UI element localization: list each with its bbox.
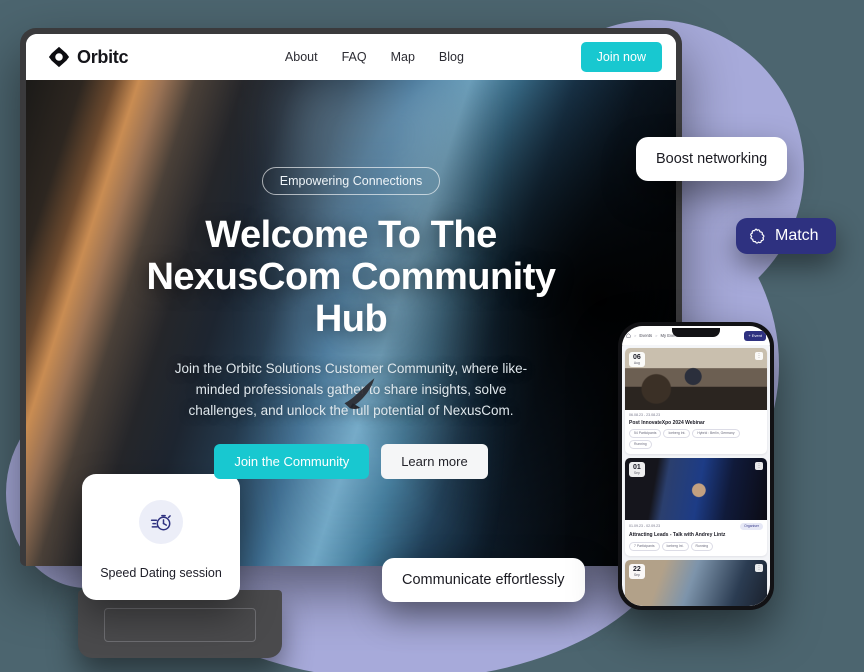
event-tag: Iceberg Int. <box>663 428 691 438</box>
list-item[interactable]: 22 Sep ⋮ <box>625 559 767 606</box>
event-month: Sep <box>633 470 640 475</box>
event-tag: Running <box>629 439 652 449</box>
phone-screen: > Events > My Events + Event 06 Aug ⋮ 06… <box>622 326 770 606</box>
speed-dating-label: Speed Dating session <box>100 566 222 580</box>
event-tag-row: 7 Participants Iceberg Int. Running <box>629 541 763 551</box>
nav-link-about[interactable]: About <box>285 50 318 64</box>
hero-content: Empowering Connections Welcome To The Ne… <box>76 167 626 479</box>
hero-eyebrow-pill: Empowering Connections <box>261 167 441 196</box>
event-month: Sep <box>633 572 640 577</box>
puzzle-piece-icon <box>750 227 765 244</box>
event-day: 06 <box>633 354 641 361</box>
event-date-range: 06.08.23 - 23.08.23 <box>629 413 661 417</box>
laptop-base <box>78 590 282 658</box>
match-chip-label: Match <box>775 227 819 244</box>
event-month: Aug <box>633 361 640 365</box>
communicate-effortlessly-chip[interactable]: Communicate effortlessly <box>382 558 585 602</box>
event-day: 01 <box>633 463 641 471</box>
event-date-range: 01.09.23 - 02.09.23 <box>629 524 661 529</box>
brand-name: Orbitc <box>77 46 129 67</box>
list-item[interactable]: 01 Sep ⋮ 01.09.23 - 02.09.23 Organiser A… <box>625 457 767 556</box>
speed-dating-icon-wrap <box>139 500 183 544</box>
breadcrumb-item-events[interactable]: Events <box>639 333 652 338</box>
event-tag-row: 54 Participants Iceberg Int. Hybrid : Be… <box>629 428 763 449</box>
event-tag: Running <box>690 541 714 551</box>
event-meta-row: 01.09.23 - 02.09.23 Organiser <box>629 522 763 530</box>
phone-mockup: > Events > My Events + Event 06 Aug ⋮ 06… <box>618 322 774 610</box>
event-photo: 01 Sep ⋮ <box>625 457 767 520</box>
nav-link-faq[interactable]: FAQ <box>342 50 367 64</box>
speed-dating-card[interactable]: Speed Dating session <box>82 474 240 600</box>
event-date-badge: 22 Sep <box>629 563 645 579</box>
learn-more-button[interactable]: Learn more <box>381 443 488 479</box>
breadcrumb-separator-1: > <box>634 333 637 338</box>
nav-link-map[interactable]: Map <box>391 50 415 64</box>
event-more-menu-icon[interactable]: ⋮ <box>755 563 763 572</box>
event-title: Attracting Leads - Talk with Andrey Lint… <box>629 532 726 539</box>
event-body: 06.08.23 - 23.08.23 Post InnovateXpo 202… <box>625 410 767 454</box>
list-item[interactable]: 06 Aug ⋮ 06.08.23 - 23.08.23 Post Innova… <box>625 348 767 454</box>
event-photo: 22 Sep ⋮ <box>625 559 767 606</box>
event-date-badge: 06 Aug <box>629 352 645 368</box>
phone-notch <box>672 328 720 337</box>
event-title: Post InnovateXpo 2024 Webinar <box>629 419 705 426</box>
nav-links: About FAQ Map Blog <box>245 50 464 64</box>
event-day: 22 <box>633 565 641 573</box>
nav-link-blog[interactable]: Blog <box>439 50 464 64</box>
status-badge: Organiser <box>740 522 763 530</box>
page-title: Welcome To The NexusCom Community Hub <box>146 214 556 341</box>
event-tag: 54 Participants <box>629 428 662 438</box>
join-now-button[interactable]: Join now <box>580 42 662 72</box>
event-more-menu-icon[interactable]: ⋮ <box>755 461 763 470</box>
add-event-button[interactable]: + Event <box>744 330 766 341</box>
home-icon[interactable] <box>626 333 631 338</box>
event-tag: 7 Participants <box>629 541 660 551</box>
boost-networking-chip[interactable]: Boost networking <box>636 137 788 181</box>
event-more-menu-icon[interactable]: ⋮ <box>755 352 763 360</box>
event-meta-row: 06.08.23 - 23.08.23 <box>629 413 763 417</box>
phone-event-feed[interactable]: 06 Aug ⋮ 06.08.23 - 23.08.23 Post Innova… <box>622 345 770 606</box>
event-tag: Iceberg Int. <box>661 541 689 551</box>
site-navbar: Orbitc About FAQ Map Blog Join now <box>26 34 676 80</box>
match-chip[interactable]: Match <box>736 218 836 254</box>
join-community-button[interactable]: Join the Community <box>214 443 370 479</box>
stopwatch-speed-icon <box>150 514 171 531</box>
hero-cta-group: Join the Community Learn more <box>116 443 586 479</box>
event-date-badge: 01 Sep <box>629 461 645 478</box>
event-tag: Hybrid : Berlin, Germany <box>692 428 740 438</box>
event-photo: 06 Aug ⋮ <box>625 348 767 410</box>
orbit-diamond-logo-icon <box>48 46 70 68</box>
brand-logo[interactable]: Orbitc <box>48 46 129 68</box>
event-body: 01.09.23 - 02.09.23 Organiser Attracting… <box>625 520 767 556</box>
breadcrumb-separator-2: > <box>655 333 658 338</box>
